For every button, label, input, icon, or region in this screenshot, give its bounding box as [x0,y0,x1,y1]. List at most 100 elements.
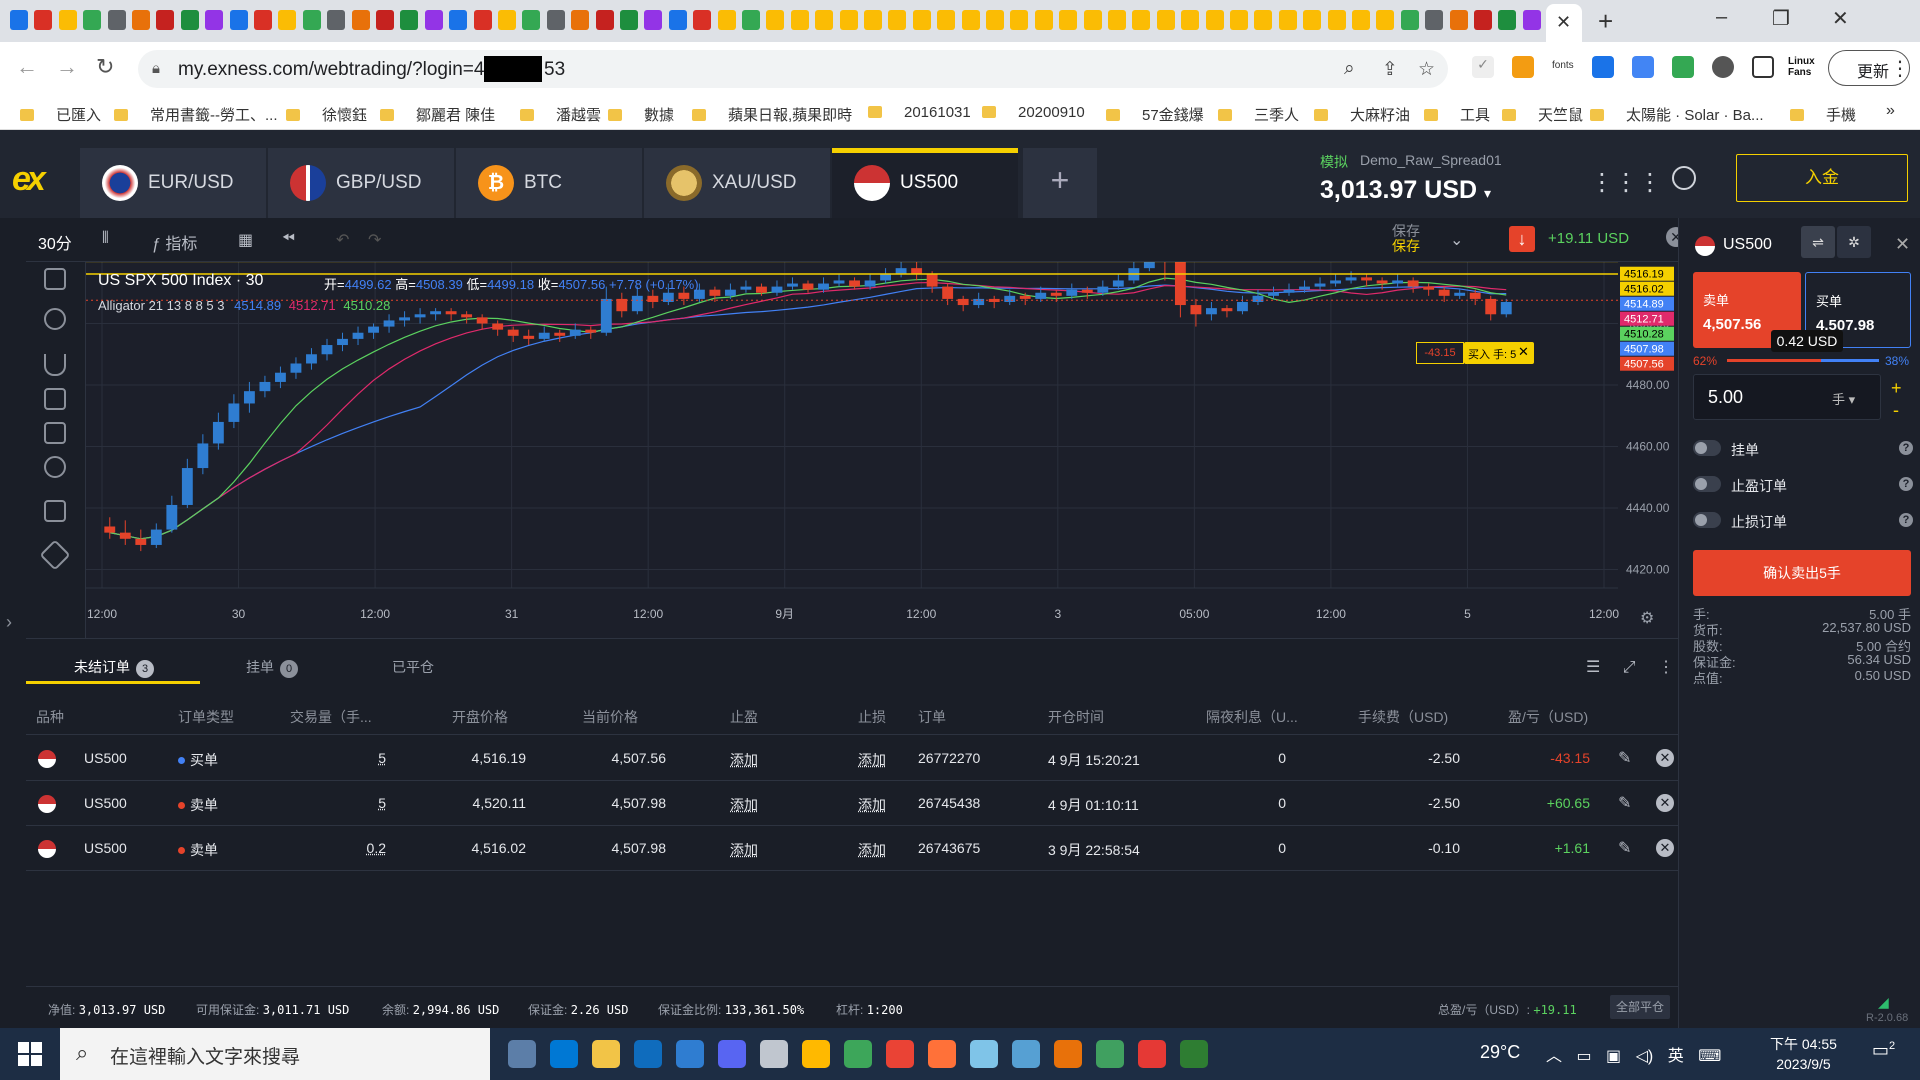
deposit-button[interactable]: 入金 [1736,154,1908,202]
taskbar-app-icon[interactable] [592,1040,620,1068]
symbol-tab-btc[interactable]: ₿ BTC [456,148,642,218]
bookmark-star-icon[interactable]: ☆ [1418,58,1435,81]
pinned-tab-favicon[interactable] [595,10,614,30]
ime-indicator[interactable]: 英 [1668,1048,1684,1065]
save-dropdown-icon[interactable]: ⌄ [1450,230,1463,250]
bookmark-folder[interactable]: 天竺鼠 [1502,104,1583,125]
pinned-tab-favicon[interactable] [58,10,77,30]
taskbar-app-icon[interactable] [802,1040,830,1068]
pinned-tab-favicon[interactable] [961,10,980,30]
bookmark-folder[interactable]: 數據 [608,104,674,125]
taskbar-app-icon[interactable] [718,1040,746,1068]
lot-size-input[interactable]: 5.00 手 ▾ [1693,374,1881,420]
pinned-tab-favicon[interactable] [1376,10,1395,30]
pinned-tab-favicon[interactable] [620,10,638,30]
redo-icon[interactable]: ↷ [368,230,381,250]
pinned-tab-favicon[interactable] [473,10,492,30]
increase-lot-button[interactable]: + [1891,378,1902,399]
pinned-tab-favicon[interactable] [1254,10,1273,30]
forward-button[interactable]: → [56,54,78,80]
layout-grid-icon[interactable]: ▦ [238,230,253,250]
more-options-icon[interactable]: ⋮ [1658,659,1674,676]
pinned-tab-favicon[interactable] [1010,10,1029,30]
symbol-tab-xauusd[interactable]: XAU/USD [644,148,830,218]
pinned-tab-favicon[interactable] [107,10,126,30]
taskbar-app-icon[interactable] [1096,1040,1124,1068]
pinned-tab-favicon[interactable] [1425,10,1444,30]
layers-icon[interactable] [39,539,71,571]
fonts-extension-icon[interactable]: fonts [1552,60,1574,71]
pinned-tab-favicon[interactable] [498,10,516,30]
tray-overflow-icon[interactable]: ︿ [1546,1048,1562,1065]
close-panel-icon[interactable]: ✕ [1895,234,1910,255]
one-click-icon[interactable]: ✲ [1837,226,1871,258]
pinned-tab-favicon[interactable] [668,10,687,30]
pinned-tab-favicon[interactable] [742,10,760,30]
network-icon[interactable]: ▣ [1606,1048,1621,1065]
cell-volume[interactable]: 0.2 [326,840,386,856]
linux-fans-extension-icon[interactable]: Linux Fans [1788,56,1820,78]
close-position-icon[interactable]: ✕ [1518,344,1529,360]
pinned-tab-favicon[interactable] [1352,10,1370,30]
pinned-tab-favicon[interactable] [376,10,394,30]
pinned-tab-favicon[interactable] [1327,10,1346,30]
bookmark-folder[interactable]: 57金錢爆 [1106,104,1204,125]
close-order-icon[interactable]: ✕ [1656,839,1674,857]
taskbar-app-icon[interactable] [928,1040,956,1068]
bookmark-folder[interactable]: 太陽能 · Solar · Ba... [1590,104,1764,125]
bookmark-folder[interactable]: 已匯入 [20,104,101,125]
table-row[interactable]: US500 卖单 5 4,520.11 4,507.98 添加 添加 26745438 4 9月… [26,781,1678,826]
cell-volume[interactable]: 5 [326,750,386,766]
pinned-tab-favicon[interactable] [644,10,663,30]
extension-icon[interactable] [1592,56,1614,78]
maximize-button[interactable]: ❐ [1772,6,1790,31]
weather-widget[interactable]: 29°C [1480,1042,1520,1063]
position-order-badge[interactable]: 买入 手: 5 ✕ [1464,342,1534,364]
battery-icon[interactable]: ▭ [1576,1048,1591,1065]
pinned-tab-favicon[interactable] [1400,10,1419,30]
order-settings-icon[interactable]: ⇌ [1801,226,1835,258]
close-order-icon[interactable]: ✕ [1656,749,1674,767]
magnet-icon[interactable] [44,354,66,376]
pinned-tab-favicon[interactable] [180,10,199,30]
check-extension-icon[interactable]: ✓ [1472,56,1494,78]
cell-sl[interactable]: 添加 [858,840,886,860]
taskbar-app-icon[interactable] [1054,1040,1082,1068]
tab-open-orders[interactable]: 未结订单 3 [74,657,154,678]
lock-icon[interactable]: 🔒︎ [152,60,160,77]
decrease-lot-button[interactable]: - [1893,400,1899,421]
cell-tp[interactable]: 添加 [730,750,758,770]
browser-menu-icon[interactable]: ⋮ [1890,56,1910,81]
pinned-tab-favicon[interactable] [1132,10,1151,30]
bookmark-folder[interactable]: 潘越雲 [520,104,601,125]
eye-icon[interactable] [44,456,66,478]
pinned-tab-favicon[interactable] [912,10,931,30]
save-layout-button[interactable]: 保存 保存 [1392,224,1420,254]
pinned-tab-favicon[interactable] [1083,10,1102,30]
bookmark-folder[interactable]: 手機 [1790,104,1856,125]
taskbar-app-icon[interactable] [1138,1040,1166,1068]
pinned-tab-favicon[interactable] [1278,10,1297,30]
help-icon[interactable]: ? [1899,477,1913,491]
confirm-sell-button[interactable]: 确认卖出5手 [1693,550,1911,596]
taskbar-app-icon[interactable] [1180,1040,1208,1068]
chart-settings-gear-icon[interactable]: ⚙︎ [1640,608,1654,628]
user-profile-icon[interactable] [1672,166,1696,190]
taskbar-app-icon[interactable] [508,1040,536,1068]
pinned-tab-favicon[interactable] [278,10,297,30]
bookmarks-overflow-icon[interactable]: » [1886,102,1895,120]
pinned-tab-favicon[interactable] [766,10,785,30]
pinned-tab-favicon[interactable] [864,10,882,30]
sell-direction-icon[interactable]: ↓ [1509,226,1535,252]
tab-pending-orders[interactable]: 挂单 0 [246,657,298,678]
expand-icon[interactable]: ⤢ [1623,659,1636,676]
taskbar-search[interactable]: ⌕ 在這裡輸入文字來搜尋 [60,1028,490,1080]
bookmark-folder[interactable]: 蘋果日報,蘋果即時 [692,104,852,125]
bookmark-folder[interactable]: 工具 [1424,104,1490,125]
pinned-tab-favicon[interactable] [449,10,468,30]
lock-drawings-icon[interactable] [44,422,66,444]
zoom-in-icon[interactable] [44,308,66,330]
indicators-button[interactable]: ƒ 指标 [152,230,197,254]
pinned-tab-favicon[interactable] [790,10,809,30]
extension-icon[interactable] [1672,56,1694,78]
